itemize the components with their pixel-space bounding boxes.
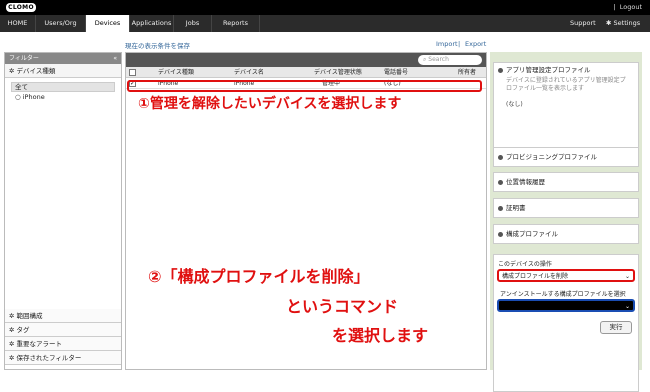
settings-link[interactable]: ✱ Settings [606, 15, 640, 32]
location-label: 位置情報履歴 [506, 178, 545, 186]
execute-button[interactable]: 実行 [600, 321, 632, 334]
select-all-checkbox[interactable] [129, 69, 136, 76]
clomo-logo: CLOMO [6, 3, 36, 12]
sidebar-item-label: 保存されたフィルター [16, 354, 82, 362]
provisioning-card[interactable]: プロビジョニングプロファイル [493, 147, 639, 167]
filter-sidebar: フィルター « ✲ デバイス種類 全て ○ iPhone ✲ 範囲構成 ✲ タグ… [4, 52, 122, 370]
chevron-down-icon: ⌄ [624, 303, 630, 310]
account-area: | Logout [614, 3, 642, 11]
operation-select-value: 構成プロファイルを削除 [502, 273, 569, 280]
config-profile-label: 構成プロファイル [506, 230, 558, 238]
gear-icon: ✲ [9, 340, 15, 348]
collapse-icon[interactable]: « [113, 53, 117, 64]
certificate-card[interactable]: 証明書 [493, 198, 639, 218]
tab-home[interactable]: HOME [0, 15, 36, 32]
device-detail-panel: アプリ管理設定プロファイル デバイスに登録されているアプリ管理設定プ ロファイル… [490, 52, 642, 392]
export-link[interactable]: Export [465, 40, 486, 48]
selected-row-highlight [127, 80, 482, 92]
app-profile-desc1: デバイスに登録されているアプリ管理設定プ [506, 77, 626, 84]
sidebar-item-scope[interactable]: ✲ 範囲構成 [5, 309, 121, 323]
bullet-icon [498, 231, 503, 237]
tab-devices[interactable]: Devices [86, 15, 130, 32]
filter-iphone[interactable]: ○ iPhone [11, 93, 115, 101]
tab-jobs[interactable]: Jobs [174, 15, 212, 32]
sidebar-item-label: タグ [16, 326, 30, 334]
ops-title: このデバイスの操作 [498, 261, 552, 268]
grid-header: デバイス種類 デバイス名 デバイス管理状態 電話番号 所有者 [126, 67, 486, 78]
gear-icon: ✲ [9, 354, 15, 362]
annotation-step2-line3: を選択します [332, 326, 429, 345]
config-profile-card[interactable]: 構成プロファイル [493, 224, 639, 244]
app-profile-title-label: アプリ管理設定プロファイル [506, 66, 591, 74]
location-card[interactable]: 位置情報履歴 [493, 172, 639, 192]
profile-select[interactable]: ⌄ [497, 299, 635, 312]
tab-applications[interactable]: Applications [130, 15, 174, 32]
device-type-label: デバイス種類 [16, 67, 56, 75]
bullet-icon [498, 205, 503, 211]
search-placeholder: Search [428, 56, 449, 63]
device-ops-card: このデバイスの操作 構成プロファイルを削除 ⌄ アンインストールする構成プロファ… [493, 254, 639, 392]
bullet-icon [498, 154, 503, 160]
sidebar-bottom: ✲ 範囲構成 ✲ タグ ✲ 重要なアラート ✲ 保存されたフィルター [5, 309, 121, 365]
app-profile-card: アプリ管理設定プロファイル デバイスに登録されているアプリ管理設定プ ロファイル… [493, 62, 639, 150]
support-link[interactable]: Support [570, 15, 596, 32]
operation-select[interactable]: 構成プロファイルを削除 ⌄ [497, 269, 635, 282]
sidebar-item-saved-filters[interactable]: ✲ 保存されたフィルター [5, 351, 121, 365]
column-header-type[interactable]: デバイス種類 [158, 67, 194, 78]
gear-icon: ✲ [9, 67, 15, 75]
column-header-owner[interactable]: 所有者 [458, 67, 476, 78]
gear-icon: ✲ [9, 326, 15, 334]
filter-iphone-label: iPhone [22, 93, 45, 101]
gear-icon: ✲ [9, 312, 15, 320]
sidebar-item-label: 範囲構成 [16, 312, 43, 320]
top-bar: CLOMO | Logout [0, 0, 650, 15]
uninstall-label: アンインストールする構成プロファイルを選択 [500, 291, 626, 298]
column-header-phone[interactable]: 電話番号 [384, 67, 408, 78]
column-header-name[interactable]: デバイス名 [234, 67, 264, 78]
tab-users-org[interactable]: Users/Org [36, 15, 86, 32]
grid-toolbar: ⌕ Search [126, 53, 486, 67]
sidebar-item-alerts[interactable]: ✲ 重要なアラート [5, 337, 121, 351]
app-profile-title[interactable]: アプリ管理設定プロファイル [498, 63, 638, 77]
filter-header: フィルター « [5, 53, 121, 64]
annotation-step1: ①管理を解除したいデバイスを選択します [138, 96, 402, 112]
certificate-label: 証明書 [506, 204, 526, 212]
radio-icon: ○ [15, 93, 21, 101]
save-view-link[interactable]: 現在の表示条件を保存 [125, 40, 190, 50]
tab-reports[interactable]: Reports [212, 15, 260, 32]
sidebar-item-tag[interactable]: ✲ タグ [5, 323, 121, 337]
search-icon: ⌕ [423, 56, 427, 63]
settings-label: Settings [613, 19, 641, 27]
filter-header-label: フィルター [9, 55, 39, 62]
app-profile-none: (なし) [506, 101, 523, 108]
separator: | [613, 3, 616, 11]
logout-link[interactable]: Logout [620, 3, 642, 11]
app-profile-desc2: ロファイル一覧を表示します [506, 85, 585, 92]
device-type-section[interactable]: ✲ デバイス種類 [5, 64, 121, 78]
search-input[interactable]: ⌕ Search [418, 55, 482, 65]
annotation-step2-line2: というコマンド [286, 297, 399, 316]
import-link[interactable]: Import [436, 40, 458, 48]
gear-icon: ✱ [606, 19, 612, 27]
column-header-status[interactable]: デバイス管理状態 [314, 67, 362, 78]
annotation-step2-line1: ②「構成プロファイルを削除」 [148, 267, 370, 286]
provisioning-label: プロビジョニングプロファイル [506, 153, 597, 161]
separator: | [458, 40, 461, 48]
bullet-icon [498, 179, 503, 185]
filter-all[interactable]: 全て [11, 82, 115, 92]
sidebar-item-label: 重要なアラート [16, 340, 63, 348]
bullet-icon [498, 67, 503, 73]
main-nav: HOME Users/Org Devices Applications Jobs… [0, 15, 650, 32]
chevron-down-icon: ⌄ [624, 273, 630, 280]
